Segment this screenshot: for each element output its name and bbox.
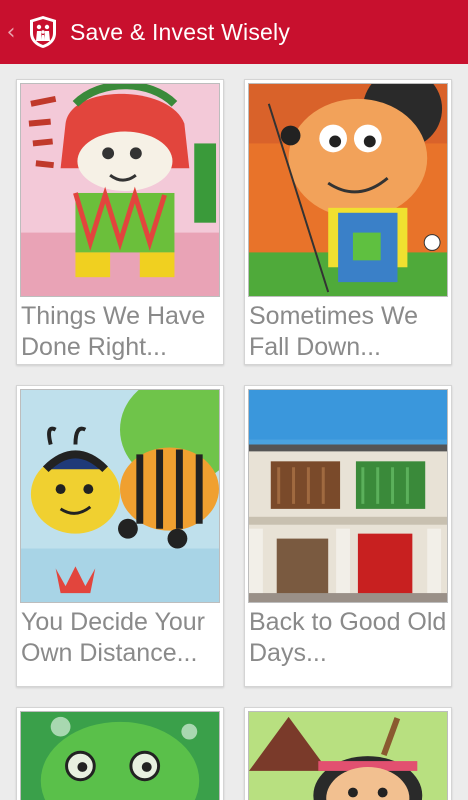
family-shield-icon (28, 15, 58, 49)
page-title: Save & Invest Wisely (70, 18, 291, 45)
lion-dance-drawing (20, 83, 220, 297)
mouse-character-drawing (248, 83, 448, 297)
tile-caption: Things We Have Done Right... (21, 302, 206, 361)
story-tile[interactable]: Sometimes We Fall Down... (244, 79, 452, 365)
shophouse-photo (248, 389, 448, 603)
story-tile[interactable]: Back to Good Old Days... (244, 385, 452, 687)
bees-drawing (20, 389, 220, 603)
story-tile[interactable]: You Decide Your Own Distance... (16, 385, 224, 687)
story-tile[interactable] (244, 707, 452, 800)
native-girl-drawing (248, 711, 448, 800)
tile-caption: Sometimes We Fall Down... (249, 302, 419, 361)
tile-caption: Back to Good Old Days... (249, 608, 447, 667)
story-tile[interactable]: Things We Have Done Right... (16, 79, 224, 365)
app-bar: ‹ Save & Invest Wisely (0, 0, 468, 64)
story-tile[interactable] (16, 707, 224, 800)
frog-drawing (20, 711, 220, 800)
back-chevron-icon[interactable]: ‹ (0, 0, 22, 64)
tile-caption: You Decide Your Own Distance... (21, 608, 205, 667)
